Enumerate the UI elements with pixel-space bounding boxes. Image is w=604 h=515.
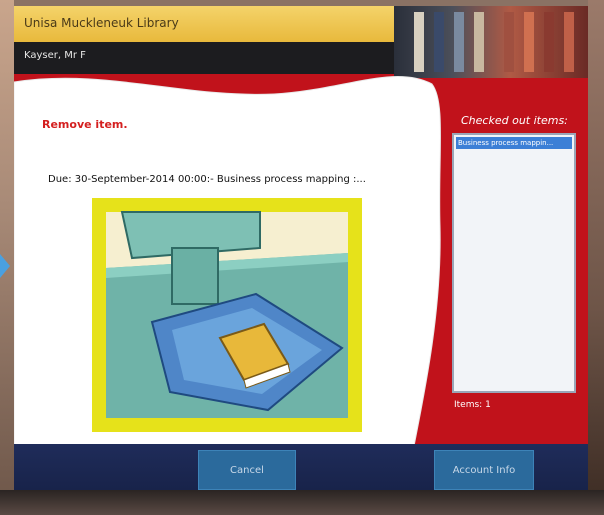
due-date-line: Due: 30-September-2014 00:00:- Business …	[48, 174, 366, 185]
kiosk-bezel-right	[588, 0, 604, 515]
items-count: Items: 1	[454, 400, 491, 410]
cancel-button[interactable]: Cancel	[198, 450, 296, 490]
kiosk-bezel-bottom	[0, 490, 604, 515]
instruction-text: Remove item.	[42, 118, 128, 131]
account-info-button[interactable]: Account Info	[434, 450, 534, 490]
list-item[interactable]: Business process mappin...	[456, 137, 572, 149]
kiosk-screen: Unisa Muckleneuk Library Kayser, Mr F Re…	[14, 6, 588, 490]
return-book-illustration	[92, 198, 362, 432]
checked-out-title: Checked out items:	[461, 114, 568, 127]
arrow-right-icon	[0, 254, 10, 278]
checked-out-list[interactable]: Business process mappin...	[452, 133, 576, 393]
